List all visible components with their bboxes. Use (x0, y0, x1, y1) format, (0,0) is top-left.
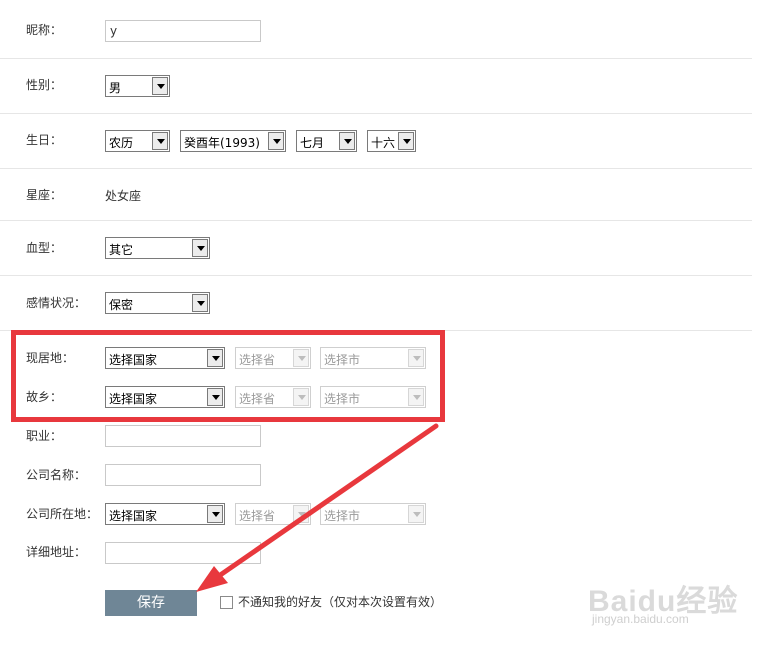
chevron-down-icon (398, 132, 414, 150)
birth-month-select[interactable]: 七月 (296, 130, 357, 152)
birth-year-value: 癸酉年(1993) (184, 136, 260, 150)
save-button[interactable]: 保存 (105, 590, 197, 616)
relationship-value: 保密 (109, 298, 134, 312)
chevron-down-icon (192, 239, 208, 257)
blood-type-label: 血型： (26, 241, 63, 255)
birth-month-value: 七月 (300, 136, 325, 150)
zodiac-value: 处女座 (105, 189, 142, 203)
divider (0, 113, 752, 114)
divider (0, 275, 752, 276)
company-city-value: 选择市 (324, 509, 361, 523)
calendar-type-value: 农历 (109, 136, 134, 150)
birthday-label: 生日： (26, 133, 63, 147)
nickname-label: 昵称： (26, 23, 63, 37)
chevron-down-icon (339, 132, 355, 150)
company-city-select[interactable]: 选择市 (320, 503, 426, 525)
address-input[interactable] (105, 542, 261, 564)
company-province-value: 选择省 (239, 509, 276, 523)
nickname-value: y (110, 24, 118, 38)
company-name-label: 公司名称： (26, 468, 87, 482)
chevron-down-icon (408, 505, 424, 523)
company-location-label: 公司所在地： (26, 507, 99, 521)
nickname-input[interactable]: y (105, 20, 261, 42)
birth-day-value: 十六 (371, 136, 396, 150)
company-country-select[interactable]: 选择国家 (105, 503, 225, 525)
chevron-down-icon (192, 294, 208, 312)
relationship-label: 感情状况： (26, 296, 87, 310)
relationship-select[interactable]: 保密 (105, 292, 210, 314)
blood-type-value: 其它 (109, 243, 134, 257)
company-province-select[interactable]: 选择省 (235, 503, 311, 525)
highlight-box (11, 330, 445, 422)
baidu-watermark: Baidu经验 jingyan.baidu.com (588, 566, 758, 636)
notify-friends-checkbox[interactable] (220, 596, 233, 609)
occupation-input[interactable] (105, 425, 261, 447)
blood-type-select[interactable]: 其它 (105, 237, 210, 259)
chevron-down-icon (268, 132, 284, 150)
divider (0, 168, 752, 169)
company-name-input[interactable] (105, 464, 261, 486)
birth-year-select[interactable]: 癸酉年(1993) (180, 130, 286, 152)
notify-friends-label: 不通知我的好友（仅对本次设置有效） (238, 595, 443, 609)
divider (0, 58, 752, 59)
chevron-down-icon (152, 77, 168, 95)
address-label: 详细地址： (26, 545, 87, 559)
occupation-label: 职业： (26, 429, 63, 443)
chevron-down-icon (152, 132, 168, 150)
calendar-type-select[interactable]: 农历 (105, 130, 170, 152)
watermark-url: jingyan.baidu.com (592, 612, 689, 626)
birth-day-select[interactable]: 十六 (367, 130, 416, 152)
gender-select[interactable]: 男 (105, 75, 170, 97)
gender-value: 男 (109, 81, 122, 95)
company-country-value: 选择国家 (109, 509, 158, 523)
gender-label: 性别： (26, 78, 63, 92)
chevron-down-icon (207, 505, 223, 523)
divider (0, 220, 752, 221)
chevron-down-icon (293, 505, 309, 523)
zodiac-label: 星座： (26, 188, 63, 202)
